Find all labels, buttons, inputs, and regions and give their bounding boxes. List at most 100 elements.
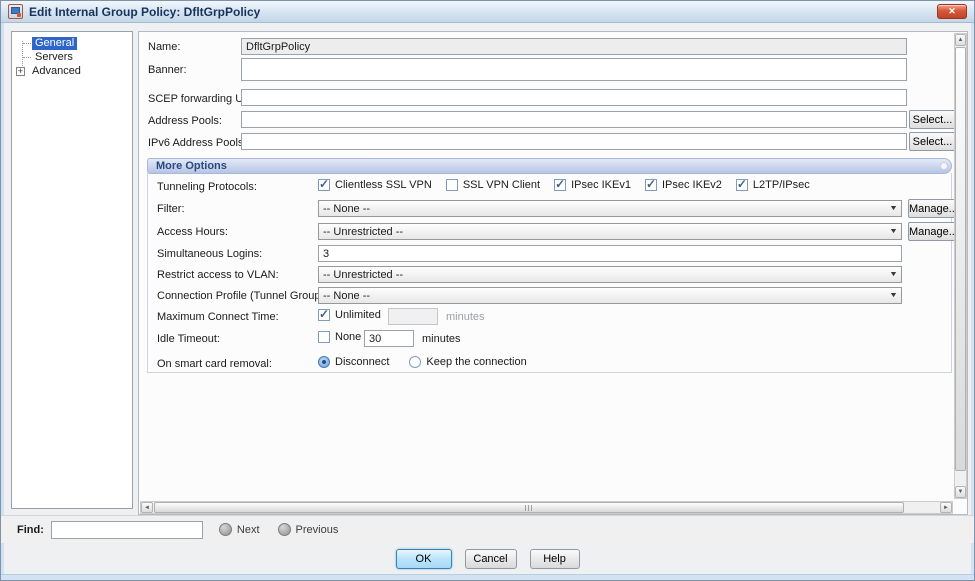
radio-icon xyxy=(318,356,330,368)
checkbox-unlimited[interactable]: ✓ Unlimited xyxy=(318,309,381,321)
ok-button[interactable]: OK xyxy=(396,549,452,569)
checkbox-icon: ✓ xyxy=(318,331,330,343)
dropdown-arrow-icon: ▼ xyxy=(889,271,898,278)
filter-dropdown[interactable]: -- None -- ▼ xyxy=(318,200,902,217)
tree-connector xyxy=(23,57,31,58)
more-options-title: More Options xyxy=(156,160,227,172)
checkbox-ssl-vpn-client[interactable]: ✓ SSL VPN Client xyxy=(446,179,540,191)
title-bar: Edit Internal Group Policy: DfltGrpPolic… xyxy=(1,1,974,23)
access-hours-label: Access Hours: xyxy=(157,226,228,238)
idle-timeout-minutes-field[interactable] xyxy=(364,330,414,347)
find-input[interactable] xyxy=(51,521,203,539)
tree-connector xyxy=(23,43,31,44)
window-frame-bottom xyxy=(1,574,974,580)
restrict-vlan-dropdown[interactable]: -- Unrestricted -- ▼ xyxy=(318,266,902,283)
check-icon: ✓ xyxy=(319,177,329,191)
checkbox-icon: ✓ xyxy=(318,309,330,321)
window-frame-left xyxy=(1,23,4,580)
filter-manage-button[interactable]: Manage... xyxy=(908,199,958,218)
previous-icon xyxy=(278,523,291,536)
tree-item-advanced[interactable]: Advanced xyxy=(29,65,84,78)
find-label: Find: xyxy=(17,524,44,536)
checkbox-ipsec-ikev2[interactable]: ✓ IPsec IKEv2 xyxy=(645,179,722,191)
scroll-left-button[interactable]: ◄ xyxy=(141,502,153,513)
address-pools-field[interactable] xyxy=(241,111,907,128)
checkbox-ipsec-ikev1[interactable]: ✓ IPsec IKEv1 xyxy=(554,179,631,191)
more-options-header[interactable]: More Options xyxy=(147,158,952,174)
filter-label: Filter: xyxy=(157,203,185,215)
find-previous-label: Previous xyxy=(296,524,339,536)
radio-keep-connection[interactable]: Keep the connection xyxy=(409,356,526,368)
vertical-scrollbar[interactable]: ▲ ▼ xyxy=(954,33,967,499)
expand-icon[interactable]: + xyxy=(16,67,25,76)
idle-timeout-label: Idle Timeout: xyxy=(157,333,220,345)
restrict-vlan-dropdown-value: -- Unrestricted -- xyxy=(323,269,890,281)
access-hours-manage-button[interactable]: Manage... xyxy=(908,222,958,241)
checkbox-icon: ✓ xyxy=(736,179,748,191)
window-title: Edit Internal Group Policy: DfltGrpPolic… xyxy=(29,5,931,19)
general-settings-panel: Name: Banner: SCEP forwarding URL: Addre… xyxy=(138,31,968,515)
find-next-button[interactable]: Next xyxy=(219,523,260,536)
tunneling-protocols-label: Tunneling Protocols: xyxy=(157,181,257,193)
check-icon: ✓ xyxy=(646,177,656,191)
idle-timeout-unit-label: minutes xyxy=(422,333,461,345)
scep-url-field[interactable] xyxy=(241,89,907,106)
checkbox-label: SSL VPN Client xyxy=(463,179,540,191)
scroll-right-button[interactable]: ► xyxy=(940,502,952,513)
filter-dropdown-value: -- None -- xyxy=(323,203,890,215)
tunnel-group-lock-dropdown-value: -- None -- xyxy=(323,290,890,302)
checkbox-icon: ✓ xyxy=(446,179,458,191)
collapse-icon[interactable] xyxy=(940,162,948,170)
find-previous-button[interactable]: Previous xyxy=(278,523,339,536)
checkbox-icon: ✓ xyxy=(318,179,330,191)
tree-item-servers[interactable]: Servers xyxy=(32,51,76,64)
horizontal-scrollbar[interactable]: ◄ ► xyxy=(140,501,953,514)
idle-timeout-row: ✓ None xyxy=(318,331,361,343)
checkbox-clientless-ssl-vpn[interactable]: ✓ Clientless SSL VPN xyxy=(318,179,432,191)
horizontal-scrollbar-thumb[interactable] xyxy=(154,502,904,513)
close-icon: ✕ xyxy=(948,6,956,16)
name-field[interactable] xyxy=(241,38,907,55)
cancel-button[interactable]: Cancel xyxy=(465,549,517,569)
checkbox-label: IPsec IKEv1 xyxy=(571,179,631,191)
dropdown-arrow-icon: ▼ xyxy=(889,228,898,235)
check-icon: ✓ xyxy=(319,307,329,321)
banner-field[interactable] xyxy=(241,58,907,81)
radio-label: Keep the connection xyxy=(426,356,526,368)
checkbox-label: Unlimited xyxy=(335,309,381,321)
maximum-connect-time-unit-label: minutes xyxy=(446,311,485,323)
tree-item-general[interactable]: General xyxy=(32,37,77,50)
scroll-down-icon: ▼ xyxy=(958,489,964,495)
simultaneous-logins-field[interactable] xyxy=(318,245,902,262)
access-hours-dropdown-value: -- Unrestricted -- xyxy=(323,226,890,238)
window-frame-right xyxy=(971,23,974,580)
maximum-connect-time-label: Maximum Connect Time: xyxy=(157,311,279,323)
radio-disconnect[interactable]: Disconnect xyxy=(318,356,389,368)
checkbox-l2tp-ipsec[interactable]: ✓ L2TP/IPsec xyxy=(736,179,810,191)
app-icon xyxy=(8,4,23,19)
address-pools-select-button[interactable]: Select... xyxy=(909,110,956,129)
ipv6-address-pools-label: IPv6 Address Pools: xyxy=(148,137,246,149)
help-button[interactable]: Help xyxy=(530,549,580,569)
radio-label: Disconnect xyxy=(335,356,389,368)
dialog-window: Edit Internal Group Policy: DfltGrpPolic… xyxy=(0,0,975,581)
navigation-tree: General Servers + Advanced xyxy=(11,31,133,509)
more-options-group: Tunneling Protocols: ✓ Clientless SSL VP… xyxy=(147,173,952,373)
restrict-vlan-label: Restrict access to VLAN: xyxy=(157,269,279,281)
radio-icon xyxy=(409,356,421,368)
scroll-up-icon: ▲ xyxy=(958,37,964,43)
checkbox-none[interactable]: ✓ None xyxy=(318,331,361,343)
scroll-right-icon: ► xyxy=(943,505,949,511)
vertical-scrollbar-thumb[interactable] xyxy=(955,47,966,471)
dropdown-arrow-icon: ▼ xyxy=(889,292,898,299)
scroll-up-button[interactable]: ▲ xyxy=(955,34,966,46)
checkbox-label: None xyxy=(335,331,361,343)
access-hours-dropdown[interactable]: -- Unrestricted -- ▼ xyxy=(318,223,902,240)
ipv6-address-pools-field[interactable] xyxy=(241,133,907,150)
close-button[interactable]: ✕ xyxy=(937,4,967,19)
scroll-left-icon: ◄ xyxy=(144,505,150,511)
ipv6-address-pools-select-button[interactable]: Select... xyxy=(909,132,956,151)
scroll-down-button[interactable]: ▼ xyxy=(955,486,966,498)
dialog-footer: OK Cancel Help xyxy=(1,546,974,572)
tunnel-group-lock-dropdown[interactable]: -- None -- ▼ xyxy=(318,287,902,304)
